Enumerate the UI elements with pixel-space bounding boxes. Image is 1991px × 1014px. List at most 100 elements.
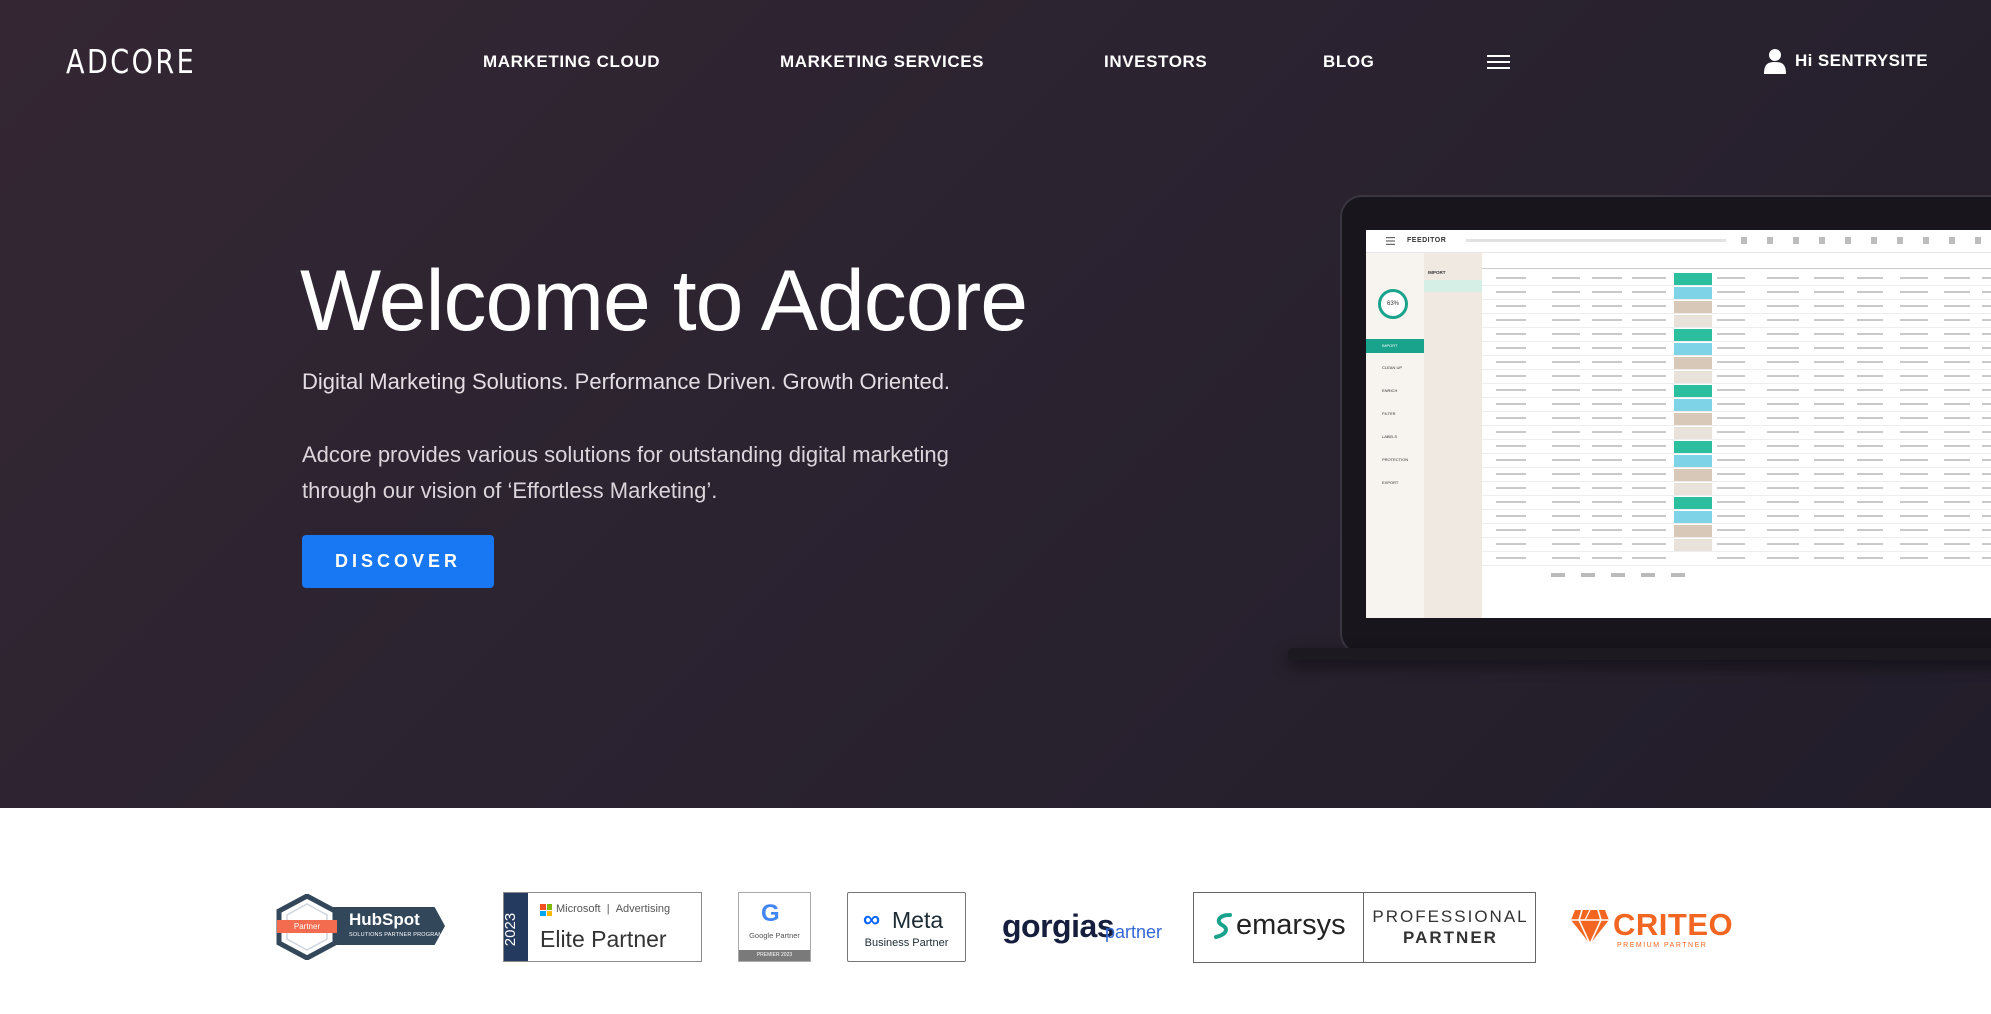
hubspot-program-label: SOLUTIONS PARTNER PROGRAM [349,932,444,938]
app-table-cell [1632,459,1666,461]
app-table-cell [1857,333,1883,335]
app-table-cell [1900,445,1928,447]
app-menu-icon [1386,237,1395,245]
nav-blog[interactable]: BLOG [1323,52,1375,72]
app-table-cell [1632,347,1666,349]
criteo-premium-partner-badge: CRITEO PREMIUM PARTNER [1571,906,1733,952]
app-table-cell [1944,291,1970,293]
app-table-cell [1717,529,1745,531]
app-table-cell [1552,501,1580,503]
app-table-cell [1982,403,1991,405]
app-table-cell [1592,417,1622,419]
app-table-cell [1814,529,1844,531]
app-table-cell [1814,333,1844,335]
app-table-cell [1552,389,1580,391]
app-table-cell [1982,473,1991,475]
app-table-cell [1496,487,1526,489]
app-table-cell [1592,333,1622,335]
app-product-thumbnail [1674,287,1712,299]
app-table-row [1482,384,1991,398]
discover-button[interactable]: DISCOVER [302,535,494,588]
app-table-cell [1767,389,1799,391]
app-table-cell [1982,319,1991,321]
app-table-cell [1496,389,1526,391]
hamburger-menu-icon[interactable] [1487,54,1510,70]
app-table-cell [1717,487,1745,489]
app-table-cell [1900,557,1928,559]
app-table-cell [1900,431,1928,433]
app-table-cell [1592,403,1622,405]
app-table-row [1482,524,1991,538]
meta-infinity-icon: ∞ [863,906,881,933]
app-table-cell [1496,417,1526,419]
app-table-cell [1552,403,1580,405]
app-table-cell [1982,543,1991,545]
app-table-cell [1900,291,1928,293]
app-table-cell [1717,515,1745,517]
app-table-cell [1552,543,1580,545]
app-table-cell [1900,543,1928,545]
app-table-cell [1496,305,1526,307]
app-table-row [1482,538,1991,552]
app-table-cell [1592,557,1622,559]
app-table-cell [1496,277,1526,279]
app-table-cell [1982,557,1991,559]
app-table-cell [1857,375,1883,377]
gorgias-wordmark: gorgias [1002,908,1115,944]
app-table-cell [1632,487,1666,489]
app-table-cell [1496,445,1526,447]
app-table-cell [1632,445,1666,447]
app-sub-item [1424,296,1482,308]
app-table-cell [1717,445,1745,447]
app-table-cell [1814,501,1844,503]
user-icon [1764,49,1786,74]
app-table-cell [1814,319,1844,321]
app-table-cell [1592,389,1622,391]
app-table-cell [1717,403,1745,405]
app-table-cell [1592,543,1622,545]
user-account-link[interactable]: Hi SENTRYSITE [1764,48,1928,74]
adcore-logo[interactable]: ADCORE [66,42,196,81]
app-nav-enrich: ENRICH [1382,388,1398,393]
app-table-cell [1717,319,1745,321]
app-table-cell [1632,333,1666,335]
nav-investors[interactable]: INVESTORS [1104,52,1207,72]
app-table-cell [1496,557,1526,559]
app-table-cell [1814,347,1844,349]
app-table-cell [1900,347,1928,349]
app-table-cell [1857,291,1883,293]
app-table-cell [1944,431,1970,433]
app-table-cell [1496,319,1526,321]
app-product-thumbnail [1674,343,1712,355]
app-table-cell [1857,389,1883,391]
app-table-cell [1632,277,1666,279]
app-table-cell [1632,543,1666,545]
app-table-cell [1592,291,1622,293]
app-table-cell [1552,529,1580,531]
app-table-cell [1900,375,1928,377]
app-table-cell [1717,305,1745,307]
app-table-cell [1767,361,1799,363]
app-table-cell [1857,543,1883,545]
app-table-cell [1496,459,1526,461]
app-table-row [1482,468,1991,482]
app-product-thumbnail [1674,315,1712,327]
app-table-cell [1767,403,1799,405]
app-table-cell [1944,333,1970,335]
app-table-cell [1857,473,1883,475]
app-table-row [1482,356,1991,370]
nav-marketing-services[interactable]: MARKETING SERVICES [780,52,984,72]
meta-business-partner-badge: ∞ Meta Business Partner [847,892,966,962]
app-table-cell [1944,319,1970,321]
app-nav-import: IMPORT [1366,339,1424,353]
app-product-thumbnail [1674,301,1712,313]
app-table-cell [1552,459,1580,461]
app-table-cell [1592,501,1622,503]
nav-marketing-cloud[interactable]: MARKETING CLOUD [483,52,660,72]
app-table-cell [1814,361,1844,363]
app-table-cell [1944,375,1970,377]
app-table-cell [1944,459,1970,461]
app-nav-cleanup: CLEAN UP [1382,365,1403,370]
app-table-cell [1814,557,1844,559]
emarsys-partner-label: PARTNER [1403,928,1498,947]
